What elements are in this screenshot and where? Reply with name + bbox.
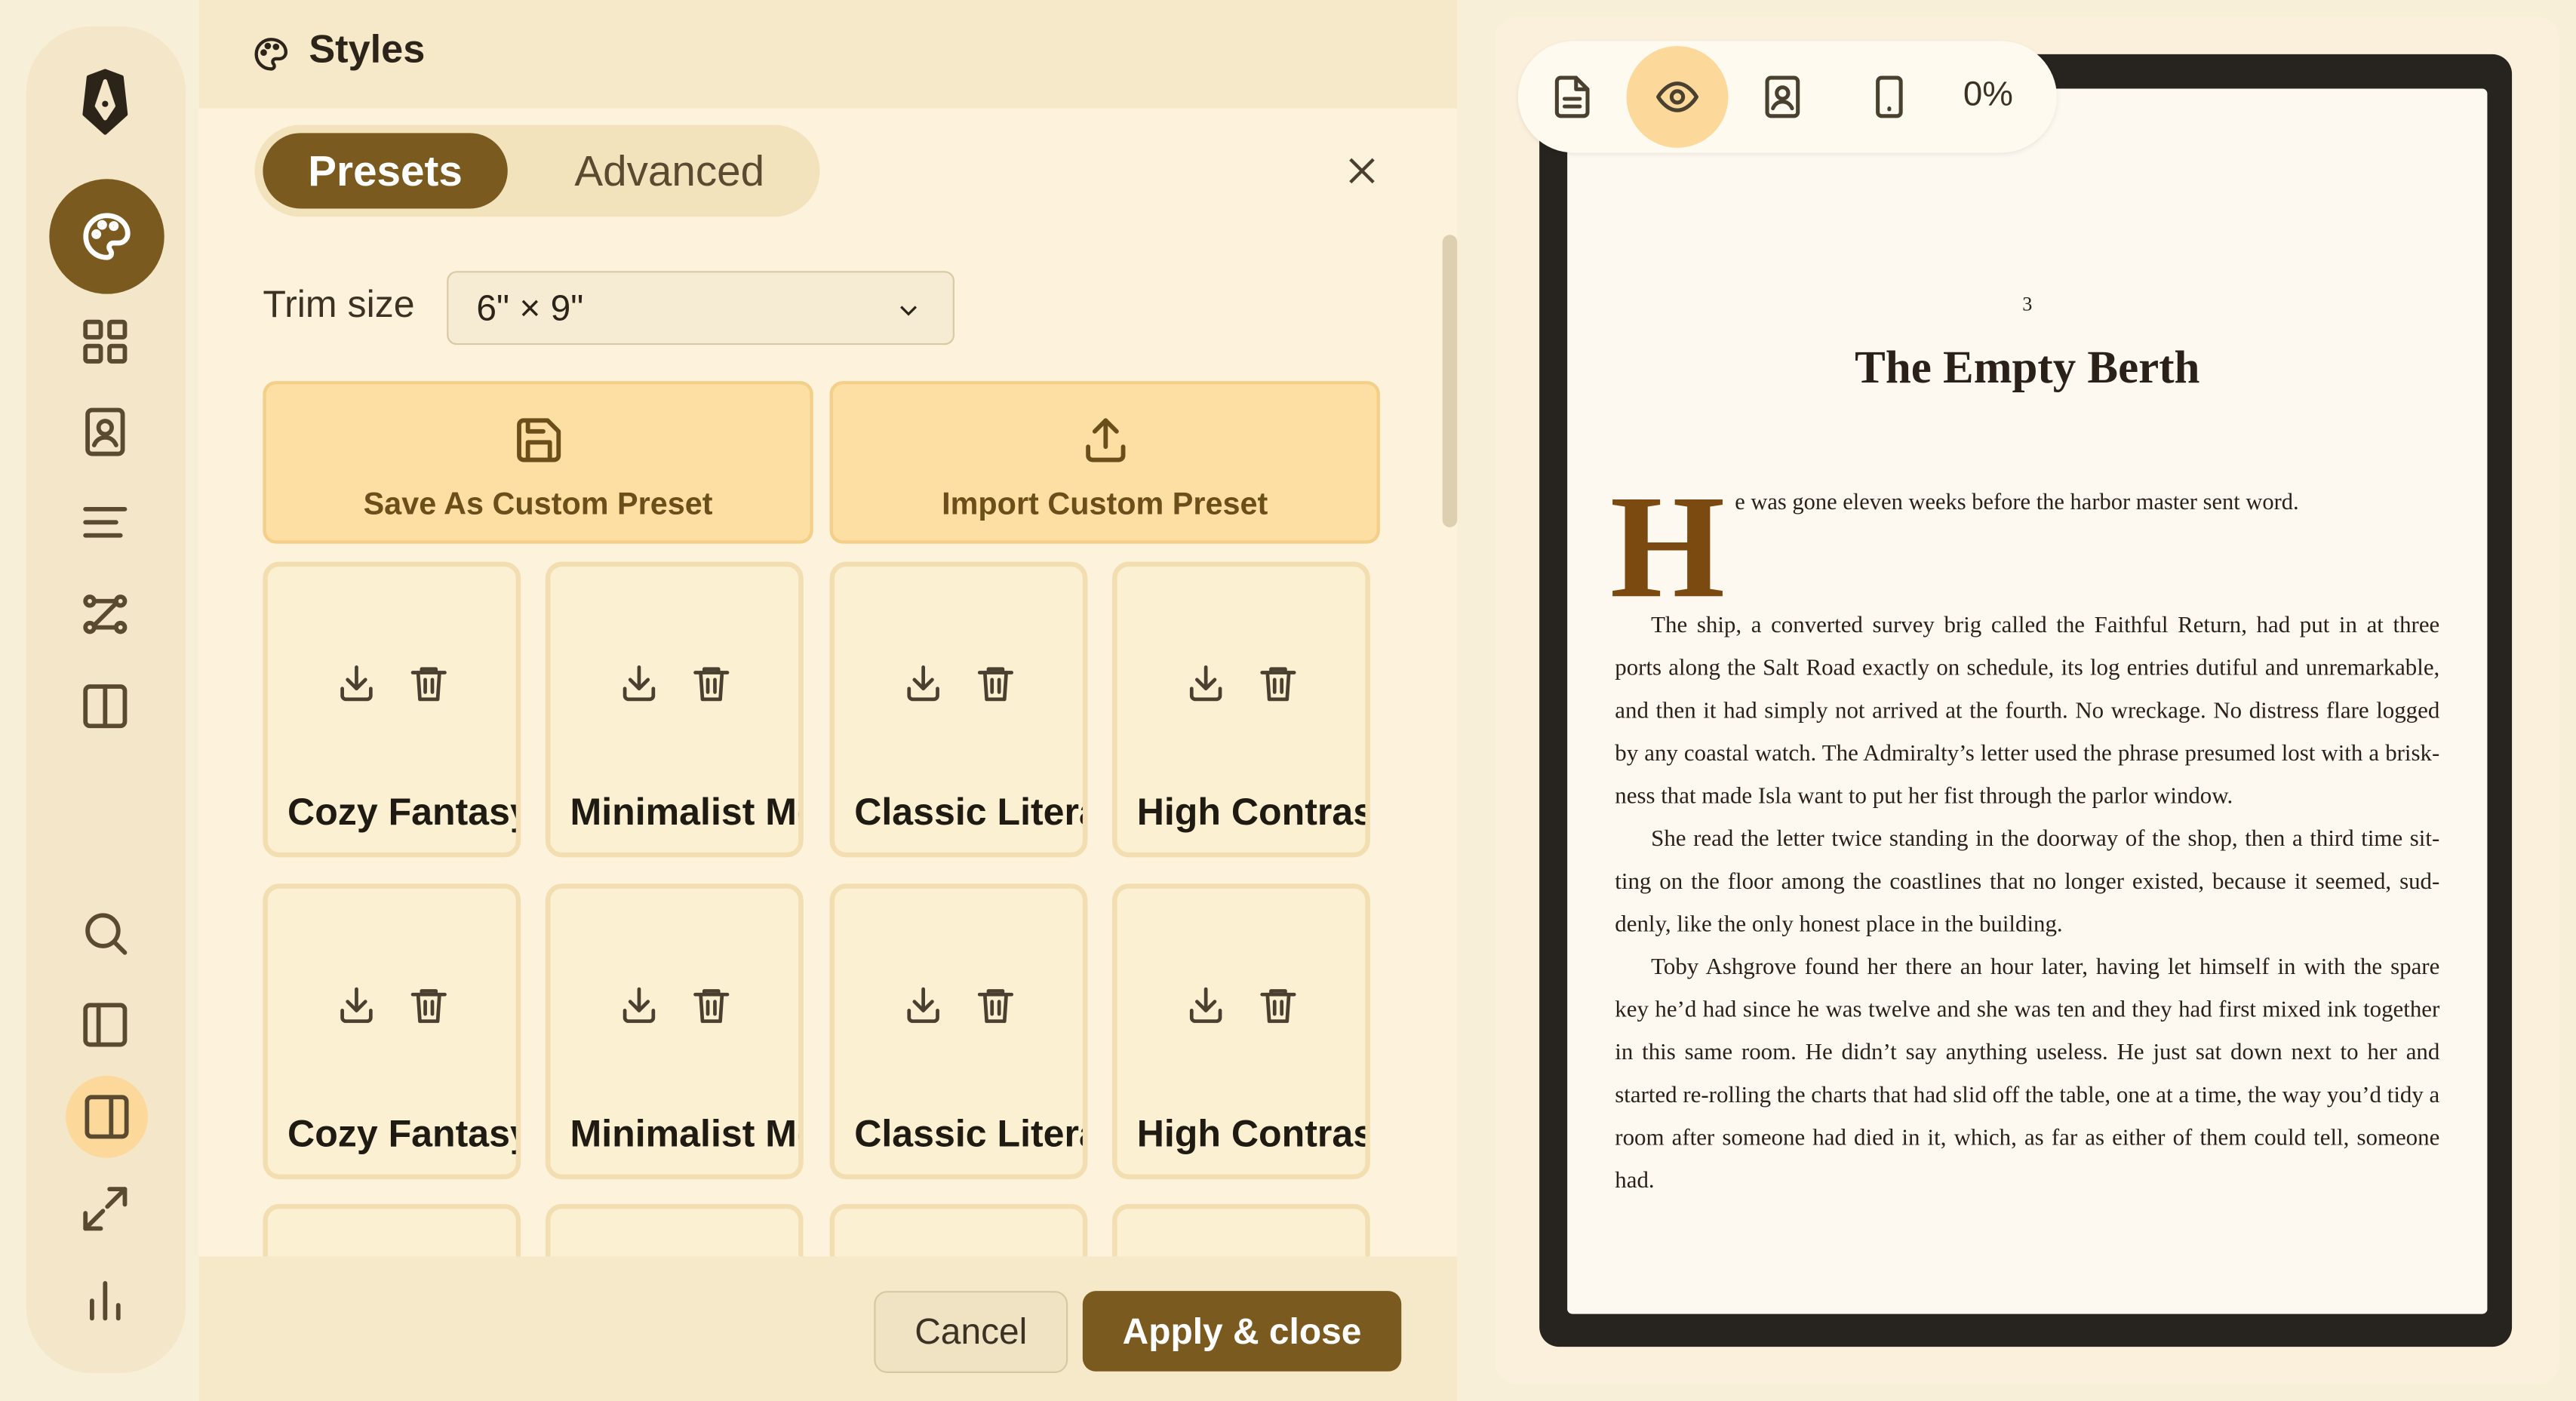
preset-card[interactable]: Minimalist Modern bbox=[545, 561, 804, 858]
columns-icon[interactable] bbox=[49, 660, 161, 752]
upload-icon bbox=[1078, 414, 1131, 467]
document-icon[interactable] bbox=[1529, 54, 1615, 140]
trash-icon[interactable] bbox=[689, 662, 732, 705]
import-custom-preset-button[interactable]: Import Custom Preset bbox=[829, 381, 1380, 544]
preset-card[interactable]: Classic Literary bbox=[829, 883, 1088, 1180]
trim-size-label: Trim size bbox=[263, 282, 415, 326]
panel-scrollbar[interactable] bbox=[1442, 235, 1458, 527]
trim-size-select[interactable]: 6" × 9" bbox=[447, 271, 955, 346]
contact-book-icon[interactable] bbox=[1740, 54, 1825, 140]
sidebar-left-icon[interactable] bbox=[49, 979, 161, 1071]
preset-tabs: Presets Advanced bbox=[254, 124, 820, 217]
close-icon[interactable] bbox=[1342, 151, 1382, 190]
download-icon[interactable] bbox=[617, 984, 660, 1027]
trash-icon[interactable] bbox=[407, 984, 450, 1027]
save-custom-preset-label: Save As Custom Preset bbox=[363, 487, 713, 523]
trash-icon[interactable] bbox=[1256, 984, 1299, 1027]
tab-presets[interactable]: Presets bbox=[263, 133, 508, 209]
preset-card[interactable]: High Contrast bbox=[1112, 561, 1370, 858]
trim-size-value: 6" × 9" bbox=[476, 287, 584, 329]
download-icon[interactable] bbox=[1184, 984, 1227, 1027]
chapter-title: The Empty Berth bbox=[1855, 343, 2200, 395]
paragraph: Toby Ashgrove found her there an hour la… bbox=[1615, 954, 2440, 1194]
preset-name: High Contrast bbox=[1136, 790, 1367, 833]
preset-name: Cozy Fantasy bbox=[287, 1111, 518, 1155]
tab-advanced[interactable]: Advanced bbox=[534, 133, 805, 208]
logo-pen-icon-graphic bbox=[82, 69, 128, 135]
trash-icon[interactable] bbox=[1256, 662, 1299, 705]
apply-close-button[interactable]: Apply & close bbox=[1082, 1291, 1402, 1372]
panel-header: Styles bbox=[198, 0, 1458, 109]
paragraph: The ship, a converted survey brig called… bbox=[1615, 613, 2440, 810]
download-icon[interactable] bbox=[1184, 662, 1227, 705]
download-icon[interactable] bbox=[901, 662, 944, 705]
download-icon[interactable] bbox=[617, 662, 660, 705]
trash-icon[interactable] bbox=[407, 662, 450, 705]
eye-icon[interactable] bbox=[1626, 45, 1729, 148]
navigation-rail bbox=[26, 26, 186, 1373]
paragraph: She read the letter twice standing in th… bbox=[1615, 826, 2440, 939]
panel-title: Styles bbox=[309, 28, 426, 72]
align-left-icon[interactable] bbox=[49, 476, 161, 568]
download-icon[interactable] bbox=[334, 662, 377, 705]
zoom-level: 0% bbox=[1963, 75, 2013, 114]
preset-card[interactable]: Cozy Fantasy bbox=[263, 561, 521, 858]
trash-icon[interactable] bbox=[973, 662, 1016, 705]
preset-card[interactable]: Classic Literary bbox=[829, 561, 1088, 858]
page-number: 3 bbox=[2022, 292, 2033, 315]
palette-icon bbox=[251, 35, 290, 74]
grid-icon[interactable] bbox=[49, 296, 161, 388]
download-icon[interactable] bbox=[334, 984, 377, 1027]
preset-name: Minimalist Modern bbox=[570, 1111, 799, 1155]
save-icon bbox=[512, 414, 564, 467]
styles-panel: Styles Presets Advanced Trim size 6" × 9… bbox=[198, 0, 1458, 1401]
chevron-down-icon bbox=[893, 293, 923, 322]
contact-book-icon[interactable] bbox=[49, 386, 161, 478]
preset-card[interactable]: Minimalist Modern bbox=[545, 883, 804, 1180]
preset-name: Minimalist Modern bbox=[570, 790, 799, 833]
download-icon[interactable] bbox=[901, 984, 944, 1027]
save-custom-preset-button[interactable]: Save As Custom Preset bbox=[263, 381, 813, 544]
import-custom-preset-label: Import Custom Preset bbox=[942, 487, 1268, 523]
preset-card[interactable]: High Contrast bbox=[1112, 883, 1370, 1180]
workflow-icon[interactable] bbox=[49, 568, 161, 660]
palette-icon[interactable] bbox=[49, 179, 164, 294]
panel-footer: Cancel Apply & close bbox=[198, 1256, 1458, 1401]
cancel-button[interactable]: Cancel bbox=[874, 1291, 1068, 1373]
bar-chart-icon[interactable] bbox=[49, 1255, 161, 1347]
sidebar-right-icon[interactable] bbox=[66, 1075, 148, 1158]
preset-name: Cozy Fantasy bbox=[287, 790, 518, 833]
preset-name: Classic Literary bbox=[854, 790, 1083, 833]
search-icon[interactable] bbox=[49, 887, 161, 979]
preset-name: Classic Literary bbox=[854, 1111, 1083, 1155]
first-line: e was gone eleven weeks before the harbo… bbox=[1735, 490, 2299, 516]
preset-name: High Contrast bbox=[1136, 1111, 1367, 1155]
preview-toolbar: 0% bbox=[1517, 41, 2057, 153]
preset-card[interactable]: Cozy Fantasy bbox=[263, 883, 521, 1180]
book-page: 3 The Empty Berth H e was gone eleven we… bbox=[1567, 88, 2488, 1314]
drop-cap: H bbox=[1609, 466, 1726, 629]
trash-icon[interactable] bbox=[973, 984, 1016, 1027]
phone-icon[interactable] bbox=[1846, 54, 1932, 140]
expand-icon[interactable] bbox=[49, 1163, 161, 1255]
logo-pen-icon[interactable] bbox=[49, 56, 161, 148]
trash-icon[interactable] bbox=[689, 984, 732, 1027]
chapter-body: The ship, a converted survey brig called… bbox=[1615, 604, 2439, 1202]
